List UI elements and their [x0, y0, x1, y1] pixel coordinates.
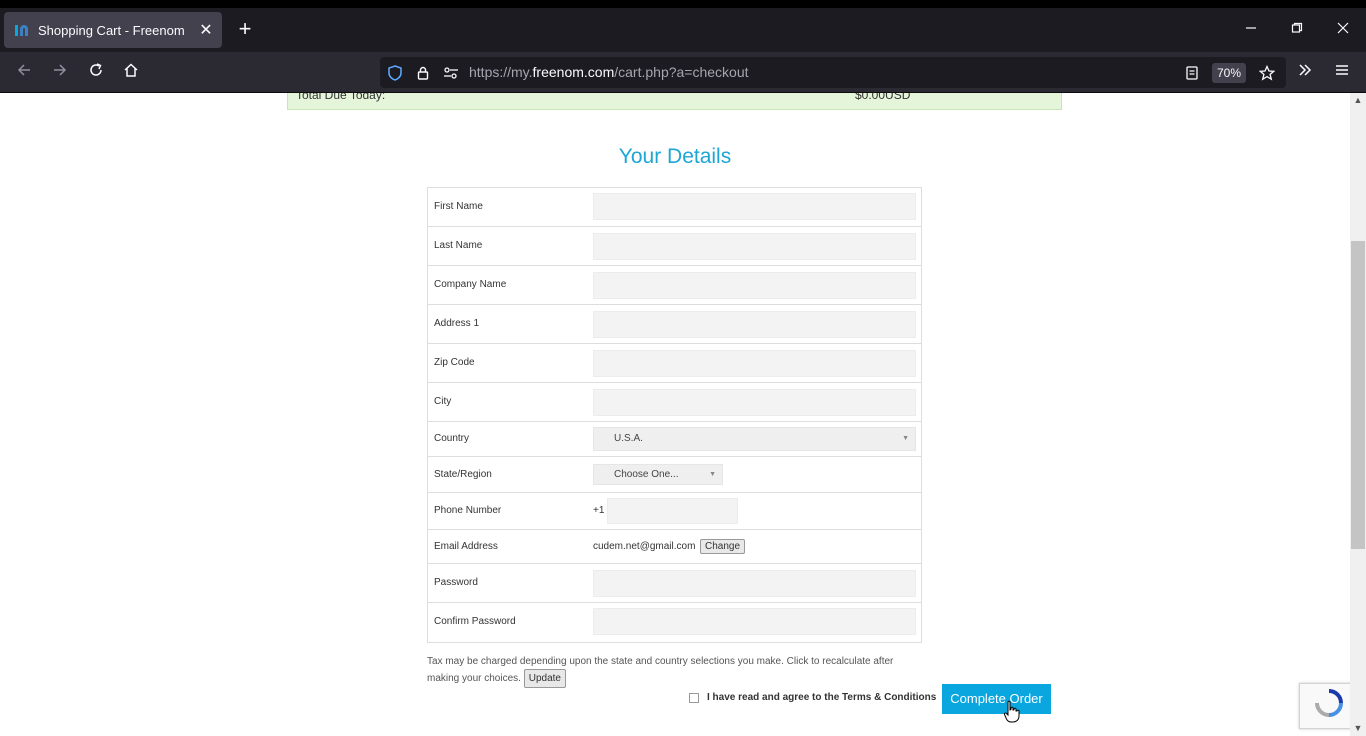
state-region-label: State/Region: [434, 469, 492, 480]
vertical-scrollbar[interactable]: ▲ ▼: [1350, 93, 1366, 736]
chevron-down-icon: ▼: [709, 471, 716, 478]
first-name-label: First Name: [434, 201, 483, 212]
navigation-toolbar: https://my.freenom.com/cart.php?a=checko…: [0, 52, 1366, 93]
reload-icon[interactable]: [81, 58, 111, 86]
terms-checkbox[interactable]: [689, 692, 699, 703]
confirm-password-label: Confirm Password: [434, 616, 516, 627]
window-top-strip: [0, 0, 1366, 8]
total-due-bar: Total Due Today: $0.00USD: [287, 93, 1062, 110]
section-title: Your Details: [618, 145, 732, 168]
row-zip: Zip Code: [428, 344, 921, 383]
freenom-favicon-icon: [14, 22, 30, 38]
row-confirm-password: Confirm Password: [428, 603, 921, 642]
tab-title: Shopping Cart - Freenom: [38, 22, 185, 38]
row-city: City: [428, 383, 921, 422]
tab-bar: Shopping Cart - Freenom ✕ +: [0, 8, 1366, 52]
url-prefix: https://my.: [469, 64, 533, 80]
minimize-icon[interactable]: [1228, 8, 1274, 52]
zoom-level-button[interactable]: 70%: [1212, 63, 1246, 83]
tab-close-icon[interactable]: ✕: [194, 20, 218, 40]
country-label: Country: [434, 433, 470, 444]
row-phone: Phone Number +1: [428, 493, 921, 530]
terms-label: I have read and agree to the Terms & Con…: [707, 692, 937, 703]
tax-note: Tax may be charged depending upon the st…: [427, 654, 925, 688]
row-country: Country U.S.A. ▼: [428, 422, 921, 457]
password-label: Password: [434, 577, 478, 588]
company-name-input[interactable]: [593, 272, 916, 299]
row-address1: Address 1: [428, 305, 921, 344]
tab-shopping-cart[interactable]: Shopping Cart - Freenom ✕: [4, 12, 222, 48]
email-address-label: Email Address: [434, 541, 498, 552]
last-name-label: Last Name: [434, 240, 483, 251]
change-email-button[interactable]: Change: [700, 539, 746, 554]
chevrons-right-icon[interactable]: [1290, 58, 1320, 86]
phone-number-label: Phone Number: [434, 505, 502, 516]
page-viewport: Total Due Today: $0.00USD Your Details F…: [0, 93, 1366, 736]
row-last-name: Last Name: [428, 227, 921, 266]
country-selected-value: U.S.A.: [614, 433, 643, 444]
total-due-label: Total Due Today:: [296, 93, 386, 102]
permissions-icon[interactable]: [440, 57, 462, 88]
url-text[interactable]: https://my.freenom.com/cart.php?a=checko…: [469, 57, 749, 88]
hamburger-menu-icon[interactable]: [1327, 58, 1357, 86]
scroll-down-arrow-icon[interactable]: ▼: [1350, 723, 1366, 733]
recaptcha-logo-icon: [1315, 689, 1343, 717]
state-select[interactable]: Choose One... ▼: [593, 464, 723, 485]
email-value: cudem.net@gmail.com: [593, 541, 696, 552]
reader-view-icon[interactable]: [1181, 57, 1203, 88]
row-company-name: Company Name: [428, 266, 921, 305]
close-window-icon[interactable]: [1320, 8, 1366, 52]
url-bar[interactable]: https://my.freenom.com/cart.php?a=checko…: [380, 57, 1286, 88]
company-name-label: Company Name: [434, 279, 507, 290]
new-tab-button[interactable]: +: [232, 16, 258, 44]
state-selected-value: Choose One...: [614, 469, 679, 480]
phone-number-input[interactable]: [607, 498, 738, 524]
last-name-input[interactable]: [593, 233, 916, 260]
complete-order-button[interactable]: Complete Order: [942, 684, 1051, 714]
hand-cursor-icon: [1003, 700, 1020, 723]
scroll-up-arrow-icon[interactable]: ▲: [1350, 95, 1366, 105]
arrow-left-icon[interactable]: [9, 58, 39, 86]
arrow-right-icon[interactable]: [45, 58, 75, 86]
country-select[interactable]: U.S.A. ▼: [593, 427, 916, 451]
address1-input[interactable]: [593, 311, 916, 338]
url-domain: freenom.com: [532, 64, 615, 80]
total-due-amount: $0.00USD: [855, 93, 911, 102]
terms-agreement[interactable]: I have read and agree to the Terms & Con…: [689, 692, 936, 703]
row-state: State/Region Choose One... ▼: [428, 457, 921, 493]
row-email: Email Address cudem.net@gmail.com Change: [428, 530, 921, 564]
password-input[interactable]: [593, 570, 916, 597]
city-input[interactable]: [593, 389, 916, 416]
address1-label: Address 1: [434, 318, 480, 329]
zip-code-input[interactable]: [593, 350, 916, 377]
confirm-password-input[interactable]: [593, 608, 916, 635]
scrollbar-thumb[interactable]: [1351, 241, 1365, 549]
tax-note-text: Tax may be charged depending upon the st…: [427, 656, 894, 684]
url-path: /cart.php?a=checkout: [614, 64, 749, 80]
city-label: City: [434, 396, 452, 407]
zip-code-label: Zip Code: [434, 357, 475, 368]
phone-prefix: +1: [593, 505, 605, 516]
star-icon[interactable]: [1256, 57, 1278, 88]
details-form: First Name Last Name Company Name Addres…: [427, 187, 922, 643]
row-first-name: First Name: [428, 188, 921, 227]
restore-icon[interactable]: [1274, 8, 1320, 52]
shield-icon[interactable]: [384, 57, 406, 88]
lock-icon[interactable]: [412, 57, 434, 88]
first-name-input[interactable]: [593, 193, 916, 220]
row-password: Password: [428, 564, 921, 603]
chevron-down-icon: ▼: [902, 435, 909, 442]
update-button[interactable]: Update: [523, 669, 566, 688]
home-icon[interactable]: [116, 58, 146, 86]
